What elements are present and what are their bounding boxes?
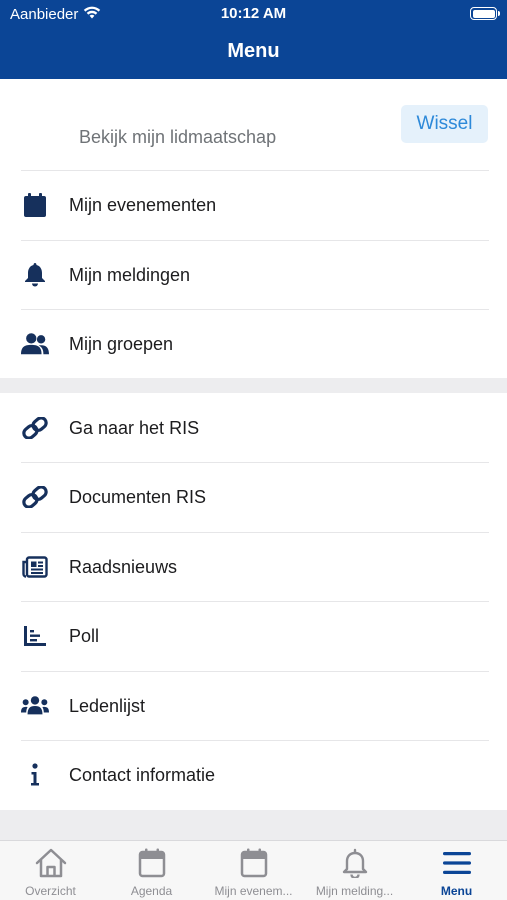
status-time: 10:12 AM (220, 5, 287, 22)
newspaper-icon (21, 553, 49, 581)
bell-icon (21, 261, 49, 289)
tab-label: Mijn evenem... (214, 884, 293, 898)
menu-item-label: Ga naar het RIS (69, 417, 200, 438)
view-membership-link[interactable]: Bekijk mijn lidmaatschap (79, 127, 276, 148)
tab-my-notifications[interactable]: Mijn melding... (304, 841, 405, 900)
tab-label: Overzicht (25, 884, 76, 898)
menu-item-label: Raadsnieuws (69, 556, 178, 577)
menu-item-label: Ledenlijst (69, 695, 146, 716)
tab-label: Mijn melding... (315, 884, 394, 898)
menu-item-documents-ris[interactable]: Documenten RIS (0, 462, 507, 532)
menu-item-label: Poll (69, 625, 100, 646)
tab-label: Agenda (130, 884, 173, 898)
page-title: Menu (227, 40, 280, 62)
menu-item-label: Mijn meldingen (69, 264, 191, 285)
battery-icon (470, 7, 500, 20)
tab-overview[interactable]: Overzicht (0, 841, 101, 900)
menu-section-council: Ga naar het RIS Documenten RIS Raadsnieu… (0, 393, 507, 810)
menu-section-personal: Bekijk mijn lidmaatschap Wissel Mijn eve… (0, 79, 507, 378)
tab-agenda[interactable]: Agenda (101, 841, 202, 900)
tab-menu[interactable]: Menu (406, 841, 507, 900)
menu-item-notifications[interactable]: Mijn meldingen (0, 240, 507, 310)
menu-item-council-news[interactable]: Raadsnieuws (0, 532, 507, 602)
bar-chart-icon (21, 622, 49, 650)
menu-item-label: Documenten RIS (69, 486, 207, 507)
menu-item-label: Mijn evenementen (69, 194, 217, 215)
link-icon (21, 483, 49, 511)
menu-item-member-list[interactable]: Ledenlijst (0, 671, 507, 741)
menu-item-poll[interactable]: Poll (0, 601, 507, 671)
tab-bar: Overzicht Agenda Mijn evenem... Mijn mel… (0, 840, 507, 900)
status-bar: Aanbieder 10:12 AM (0, 0, 507, 28)
group-icon (21, 692, 49, 720)
info-icon (21, 761, 49, 789)
calendar-outline-icon (203, 847, 304, 879)
menu-item-events[interactable]: Mijn evenementen (0, 170, 507, 240)
menu-item-label: Contact informatie (69, 764, 216, 785)
switch-button[interactable]: Wissel (401, 105, 488, 143)
menu-item-contact-info[interactable]: Contact informatie (0, 740, 507, 810)
link-icon (21, 414, 49, 442)
calendar-outline-icon (101, 847, 202, 879)
home-icon (0, 847, 101, 879)
hamburger-icon (406, 847, 507, 879)
calendar-icon (21, 191, 49, 219)
bell-outline-icon (304, 847, 405, 879)
menu-item-label: Mijn groepen (69, 333, 174, 354)
tab-label: Menu (440, 884, 473, 898)
users-icon (21, 330, 49, 358)
menu-item-ris[interactable]: Ga naar het RIS (0, 393, 507, 463)
app-header: Aanbieder 10:12 AM Menu (0, 0, 507, 79)
membership-row[interactable]: Bekijk mijn lidmaatschap Wissel (0, 79, 507, 170)
tab-my-events[interactable]: Mijn evenem... (203, 841, 304, 900)
menu-item-groups[interactable]: Mijn groepen (0, 309, 507, 379)
